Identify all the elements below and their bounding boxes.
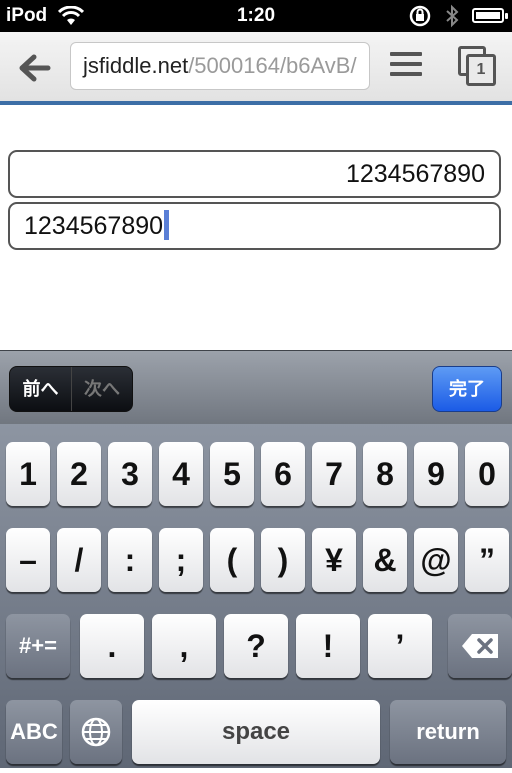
key-9[interactable]: 9 (414, 442, 458, 506)
clock: 1:20 (236, 5, 276, 26)
tabs-button[interactable]: 1 (458, 46, 498, 86)
backspace-icon (462, 634, 498, 658)
field-2-value: 1234567890 (24, 212, 164, 240)
key-4[interactable]: 4 (159, 442, 203, 506)
globe-key[interactable] (70, 700, 122, 764)
next-button[interactable]: 次へ (72, 367, 132, 411)
done-button[interactable]: 完了 (432, 366, 502, 412)
number-input-right-aligned[interactable]: 1234567890 (8, 150, 501, 198)
rotation-lock-icon (408, 4, 434, 33)
key-colon[interactable]: : (108, 528, 152, 592)
battery-icon (472, 8, 508, 23)
key-5[interactable]: 5 (210, 442, 254, 506)
key-at[interactable]: @ (414, 528, 458, 592)
keyboard: 1 2 3 4 5 6 7 8 9 0 – / : ; ( ) ¥ & @ ” … (0, 424, 512, 768)
symbols-key[interactable]: #+= (6, 614, 70, 678)
return-key[interactable]: return (390, 700, 506, 764)
prev-button[interactable]: 前へ (10, 367, 72, 411)
key-3[interactable]: 3 (108, 442, 152, 506)
back-arrow-icon[interactable] (14, 48, 54, 88)
url-host: jsfiddle.net (83, 53, 189, 78)
tab-count: 1 (466, 54, 496, 86)
form-accessory-bar: 前へ 次へ 完了 (0, 350, 512, 425)
bluetooth-icon (444, 4, 460, 33)
page-content: 1234567890 1234567890 (0, 105, 512, 350)
menu-icon[interactable] (390, 52, 422, 82)
key-question[interactable]: ? (224, 614, 288, 678)
key-8[interactable]: 8 (363, 442, 407, 506)
key-exclamation[interactable]: ! (296, 614, 360, 678)
status-bar: iPod 1:20 (0, 0, 512, 32)
key-7[interactable]: 7 (312, 442, 356, 506)
prev-next-control: 前へ 次へ (9, 366, 133, 412)
key-1[interactable]: 1 (6, 442, 50, 506)
field-1-value: 1234567890 (345, 160, 485, 188)
space-key[interactable]: space (132, 700, 380, 764)
key-0[interactable]: 0 (465, 442, 509, 506)
browser-toolbar: jsfiddle.net/5000164/b6AvB/ 1 (0, 32, 512, 103)
number-input-focused[interactable]: 1234567890 (8, 202, 501, 250)
key-semicolon[interactable]: ; (159, 528, 203, 592)
text-caret (164, 210, 170, 241)
key-slash[interactable]: / (57, 528, 101, 592)
key-ampersand[interactable]: & (363, 528, 407, 592)
abc-key[interactable]: ABC (6, 700, 62, 764)
delete-key[interactable] (448, 614, 512, 678)
url-bar[interactable]: jsfiddle.net/5000164/b6AvB/ (70, 42, 370, 90)
key-dash[interactable]: – (6, 528, 50, 592)
key-period[interactable]: . (80, 614, 144, 678)
key-open-paren[interactable]: ( (210, 528, 254, 592)
key-quote[interactable]: ” (465, 528, 509, 592)
globe-icon (81, 717, 111, 747)
key-apostrophe[interactable]: ’ (368, 614, 432, 678)
key-6[interactable]: 6 (261, 442, 305, 506)
key-close-paren[interactable]: ) (261, 528, 305, 592)
url-path: /5000164/b6AvB/ (188, 53, 357, 78)
key-2[interactable]: 2 (57, 442, 101, 506)
key-yen[interactable]: ¥ (312, 528, 356, 592)
key-comma[interactable]: , (152, 614, 216, 678)
